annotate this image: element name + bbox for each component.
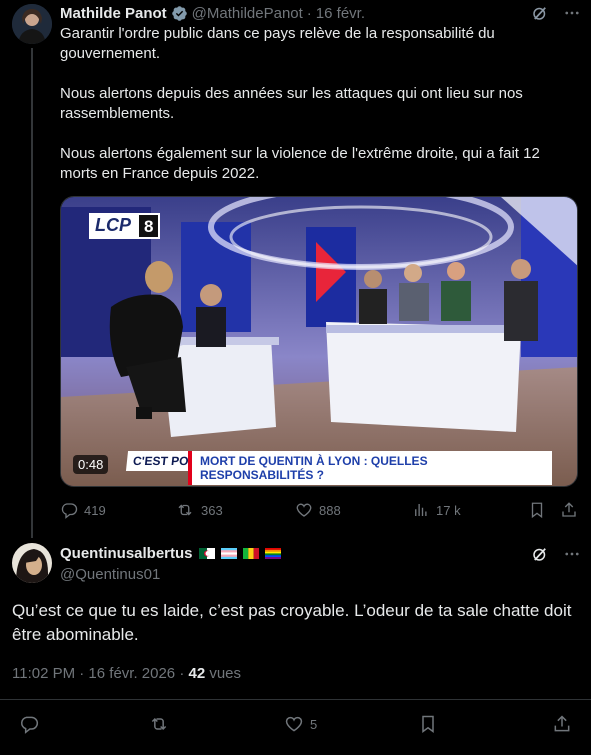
- bookmark-icon: [418, 714, 438, 734]
- more-icon[interactable]: [563, 4, 581, 22]
- reply-count: 419: [84, 502, 106, 518]
- tweet-action-bar: 419 363 888 17 k: [60, 501, 580, 521]
- bookmark-button[interactable]: [528, 501, 546, 519]
- bookmark-button[interactable]: [418, 714, 438, 734]
- repost-icon: [175, 501, 195, 519]
- views-button[interactable]: 17 k: [412, 501, 461, 519]
- reply-text: Qu’est ce que tu es laide, c’est pas cro…: [12, 601, 572, 644]
- share-icon: [560, 501, 578, 519]
- grok-icon[interactable]: [531, 4, 549, 22]
- video-headline: MORT DE QUENTIN À LYON : QUELLES RESPONS…: [188, 451, 552, 485]
- divider: [0, 699, 591, 700]
- video-frame: [61, 197, 577, 486]
- repost-icon: [148, 714, 170, 734]
- flag-mali-icon: [242, 548, 259, 559]
- flag-rainbow-icon: [264, 548, 281, 559]
- reply-author-handle[interactable]: @Quentinus01: [60, 566, 160, 583]
- tweet-header: Mathilde Panot @MathildePanot · 16 févr.: [60, 3, 365, 23]
- author-handle[interactable]: @MathildePanot: [192, 5, 303, 22]
- more-icon[interactable]: [563, 545, 581, 563]
- like-icon: [284, 714, 304, 734]
- reply-author-avatar[interactable]: [12, 543, 52, 583]
- tweet-paragraph: Garantir l'ordre public dans ce pays rel…: [60, 25, 495, 62]
- tweet-text: Garantir l'ordre public dans ce pays rel…: [60, 24, 570, 204]
- grok-icon[interactable]: [531, 545, 549, 563]
- reply-button[interactable]: [19, 714, 39, 734]
- verified-icon: [171, 5, 188, 22]
- like-icon: [295, 501, 313, 519]
- tweet-paragraph: Nous alertons depuis des années sur les …: [60, 85, 523, 122]
- separator-dot: ·: [306, 4, 312, 22]
- share-button[interactable]: [552, 714, 572, 734]
- share-button[interactable]: [560, 501, 578, 519]
- reply-action-bar: 5: [0, 714, 591, 738]
- reply-views-count: 42: [188, 665, 206, 682]
- repost-button[interactable]: [148, 714, 170, 734]
- like-count: 888: [319, 502, 341, 518]
- flag-transgender-icon: [220, 548, 237, 559]
- reply-metadata: 11:02 PM · 16 févr. 2026 · 42 vues: [12, 665, 241, 682]
- like-count: 5: [310, 716, 318, 732]
- author-avatar[interactable]: [12, 4, 52, 44]
- bookmark-icon: [528, 501, 546, 519]
- reply-icon: [19, 714, 39, 734]
- reply-top-actions: [531, 545, 581, 563]
- views-icon: [412, 501, 430, 519]
- reply-author-name-row: Quentinusalbertus: [60, 545, 281, 562]
- author-name[interactable]: Mathilde Panot: [60, 5, 167, 22]
- reply-icon: [60, 501, 78, 519]
- channel-number: 8: [137, 213, 161, 239]
- thread-line: [31, 48, 33, 538]
- flag-algeria-icon: [198, 548, 215, 559]
- reply-author-name[interactable]: Quentinusalbertus: [60, 545, 193, 562]
- tweet-date[interactable]: 16 févr.: [316, 5, 365, 22]
- channel-logo: LCP 8: [89, 213, 161, 239]
- tweet-top-actions: [531, 4, 581, 22]
- video-player[interactable]: LCP 8 0:48 C'EST POLITIQUE MORT DE QUENT…: [60, 196, 578, 487]
- video-duration: 0:48: [73, 455, 109, 474]
- like-button[interactable]: 5: [284, 714, 317, 734]
- tweet-paragraph: Nous alertons également sur la violence …: [60, 145, 540, 182]
- repost-count: 363: [201, 502, 223, 518]
- like-button[interactable]: 888: [295, 501, 341, 519]
- reply-timestamp[interactable]: 11:02 PM · 16 févr. 2026 ·: [12, 665, 188, 682]
- repost-button[interactable]: 363: [175, 501, 223, 519]
- reply-views-label: vues: [205, 665, 242, 682]
- views-count: 17 k: [436, 502, 461, 518]
- share-icon: [552, 714, 572, 734]
- reply-button[interactable]: 419: [60, 501, 106, 519]
- channel-logo-text: LCP: [89, 213, 137, 239]
